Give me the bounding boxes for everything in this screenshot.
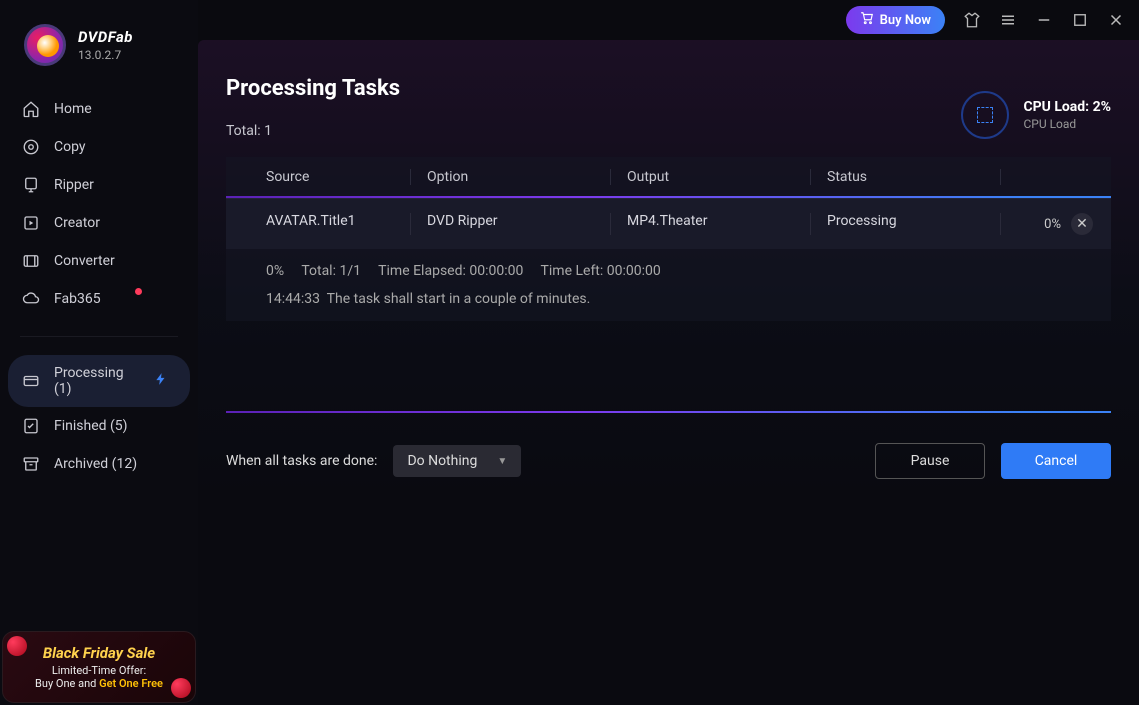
detail-total: Total: 1/1 bbox=[301, 263, 361, 279]
chevron-down-icon: ▼ bbox=[497, 456, 507, 467]
sidebar-item-label: Finished (5) bbox=[54, 418, 176, 434]
archive-icon bbox=[22, 455, 40, 473]
sidebar-item-label: Fab365 bbox=[54, 291, 176, 307]
promo-line2: Buy One and Get One Free bbox=[35, 677, 163, 690]
sidebar-item-archived[interactable]: Archived (12) bbox=[0, 445, 198, 483]
nav-main: Home Copy Ripper Creator Converter Fab36… bbox=[0, 82, 198, 326]
th-actions bbox=[1000, 169, 1111, 185]
chip-icon bbox=[977, 107, 993, 123]
sidebar-item-label: Ripper bbox=[54, 177, 176, 193]
task-detail: 0% Total: 1/1 Time Elapsed: 00:00:00 Tim… bbox=[226, 249, 1111, 321]
table-header: Source Option Output Status bbox=[226, 157, 1111, 198]
log-message: The task shall start in a couple of minu… bbox=[327, 291, 591, 307]
maximize-icon[interactable] bbox=[1071, 11, 1089, 29]
close-icon[interactable] bbox=[1107, 11, 1125, 29]
check-list-icon bbox=[22, 417, 40, 435]
when-done-label: When all tasks are done: bbox=[226, 453, 377, 469]
th-option: Option bbox=[410, 169, 610, 185]
th-source: Source bbox=[226, 169, 410, 185]
sidebar-item-ripper[interactable]: Ripper bbox=[0, 166, 198, 204]
sidebar-item-copy[interactable]: Copy bbox=[0, 128, 198, 166]
cpu-load-label: CPU Load bbox=[1023, 117, 1111, 131]
sidebar-item-creator[interactable]: Creator bbox=[0, 204, 198, 242]
sidebar-item-home[interactable]: Home bbox=[0, 90, 198, 128]
processing-icon bbox=[22, 372, 40, 390]
sidebar: DVDFab 13.0.2.7 Home Copy Ripper Creator… bbox=[0, 0, 198, 705]
promo-title: Black Friday Sale bbox=[43, 644, 155, 662]
bolt-icon bbox=[154, 372, 168, 390]
cpu-load-widget: CPU Load: 2% CPU Load bbox=[961, 91, 1111, 139]
converter-icon bbox=[22, 252, 40, 270]
pause-button[interactable]: Pause bbox=[875, 443, 985, 479]
td-status: Processing bbox=[810, 213, 1000, 235]
detail-elapsed: Time Elapsed: 00:00:00 bbox=[378, 263, 523, 279]
logo-area: DVDFab 13.0.2.7 bbox=[0, 0, 198, 82]
sidebar-item-fab365[interactable]: Fab365 bbox=[0, 280, 198, 318]
table-row[interactable]: AVATAR.Title1 DVD Ripper MP4.Theater Pro… bbox=[226, 198, 1111, 249]
titlebar: Buy Now bbox=[198, 0, 1139, 40]
sidebar-item-converter[interactable]: Converter bbox=[0, 242, 198, 280]
shirt-icon[interactable] bbox=[963, 11, 981, 29]
row-percent: 0% bbox=[1044, 217, 1061, 232]
app-name: DVDFab bbox=[78, 28, 133, 46]
cart-icon bbox=[860, 11, 874, 29]
sidebar-item-label: Copy bbox=[54, 139, 176, 155]
log-time: 14:44:33 bbox=[266, 291, 320, 307]
when-done-value: Do Nothing bbox=[407, 453, 477, 469]
buy-now-label: Buy Now bbox=[880, 13, 931, 28]
when-done-select[interactable]: Do Nothing ▼ bbox=[393, 445, 521, 477]
main: Buy Now Processing Tasks Total: 1 CPU Lo… bbox=[198, 0, 1139, 705]
sidebar-item-processing[interactable]: Processing (1) bbox=[8, 355, 190, 407]
menu-icon[interactable] bbox=[999, 11, 1017, 29]
cancel-row-button[interactable]: ✕ bbox=[1071, 213, 1093, 235]
home-icon bbox=[22, 100, 40, 118]
creator-icon bbox=[22, 214, 40, 232]
sidebar-item-label: Converter bbox=[54, 253, 176, 269]
promo-banner[interactable]: Black Friday Sale Limited-Time Offer: Bu… bbox=[2, 631, 196, 703]
sidebar-item-label: Processing (1) bbox=[54, 365, 140, 397]
td-option: DVD Ripper bbox=[410, 213, 610, 235]
promo-line1: Limited-Time Offer: bbox=[52, 664, 146, 677]
tasks-table: Source Option Output Status AVATAR.Title… bbox=[226, 157, 1111, 321]
app-logo-icon bbox=[24, 24, 66, 66]
th-status: Status bbox=[810, 169, 1000, 185]
sidebar-item-label: Creator bbox=[54, 215, 176, 231]
notification-dot-icon bbox=[135, 288, 142, 295]
footer: When all tasks are done: Do Nothing ▼ Pa… bbox=[226, 413, 1111, 507]
td-output: MP4.Theater bbox=[610, 213, 810, 235]
cpu-ring-icon bbox=[961, 91, 1009, 139]
detail-percent: 0% bbox=[266, 263, 284, 279]
td-source: AVATAR.Title1 bbox=[226, 213, 410, 235]
sidebar-item-finished[interactable]: Finished (5) bbox=[0, 407, 198, 445]
cancel-button[interactable]: Cancel bbox=[1001, 443, 1111, 479]
app-version: 13.0.2.7 bbox=[78, 48, 133, 62]
minimize-icon[interactable] bbox=[1035, 11, 1053, 29]
buy-now-button[interactable]: Buy Now bbox=[846, 6, 945, 34]
disc-icon bbox=[22, 138, 40, 156]
content: Processing Tasks Total: 1 CPU Load: 2% C… bbox=[198, 40, 1139, 705]
detail-left: Time Left: 00:00:00 bbox=[541, 263, 661, 279]
sidebar-item-label: Home bbox=[54, 101, 176, 117]
cloud-icon bbox=[22, 290, 40, 308]
total-count: Total: 1 bbox=[226, 123, 400, 139]
ripper-icon bbox=[22, 176, 40, 194]
nav-separator bbox=[20, 336, 178, 337]
page-title: Processing Tasks bbox=[226, 76, 400, 101]
cpu-load-value: CPU Load: 2% bbox=[1023, 99, 1111, 115]
nav-tasks: Processing (1) Finished (5) Archived (12… bbox=[0, 347, 198, 491]
th-output: Output bbox=[610, 169, 810, 185]
sidebar-item-label: Archived (12) bbox=[54, 456, 176, 472]
